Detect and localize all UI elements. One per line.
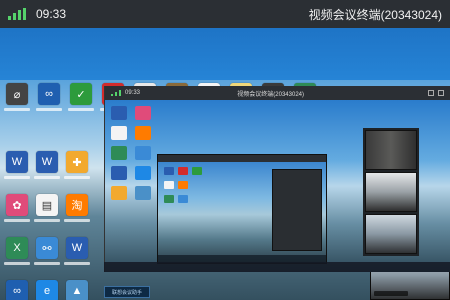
nested-screen <box>105 100 450 272</box>
nested-clock: 09:33 <box>125 90 141 96</box>
nested-participant-list <box>363 128 419 256</box>
browser-icon[interactable]: e <box>36 280 58 300</box>
taobao-icon[interactable]: 淘 <box>66 194 88 216</box>
signal-strength-icon <box>8 8 26 20</box>
nested-screen-level-3 <box>157 154 327 264</box>
meeting-assistant-label: 联想会议助手 <box>104 286 150 298</box>
minimize-icon[interactable] <box>428 90 434 96</box>
app-blue-icon[interactable]: ▲ <box>66 280 88 300</box>
app-infinity-icon[interactable]: ∞ <box>38 83 60 105</box>
nested-title: 视频会议终端(20343024) <box>237 91 304 98</box>
nested-taskbar <box>104 262 450 272</box>
status-bar: 09:33 视频会议终端(20343024) <box>0 0 450 28</box>
word-icon[interactable]: W <box>36 151 58 173</box>
excel-icon[interactable]: X <box>6 237 28 259</box>
app-pink-icon[interactable]: ✿ <box>6 194 28 216</box>
document-icon[interactable]: ▤ <box>36 194 58 216</box>
word-icon[interactable]: W <box>66 237 88 259</box>
security-shield-icon[interactable]: ✓ <box>70 83 92 105</box>
nested-desktop-icons <box>111 106 155 200</box>
app-orange-icon[interactable]: ✚ <box>66 151 88 173</box>
mic-muted-icon[interactable]: ⌀ <box>6 83 28 105</box>
signal-strength-icon <box>111 90 121 96</box>
terminal-title: 视频会议终端(20343024) <box>308 7 442 22</box>
app-infinity-icon[interactable]: ∞ <box>6 280 28 300</box>
nested-terminal-window: 09:33 视频会议终端(20343024) <box>104 86 450 272</box>
desktop-icon-grid: W W ✚ ✿ ▤ 淘 X ⚯ W ∞ e ▲ <box>4 148 94 300</box>
screen-top-band <box>0 28 450 80</box>
close-icon[interactable] <box>438 90 444 96</box>
clock: 09:33 <box>36 7 67 21</box>
nested-status-bar: 09:33 视频会议终端(20343024) <box>105 86 450 100</box>
network-icon[interactable]: ⚯ <box>36 237 58 259</box>
word-icon[interactable]: W <box>6 151 28 173</box>
